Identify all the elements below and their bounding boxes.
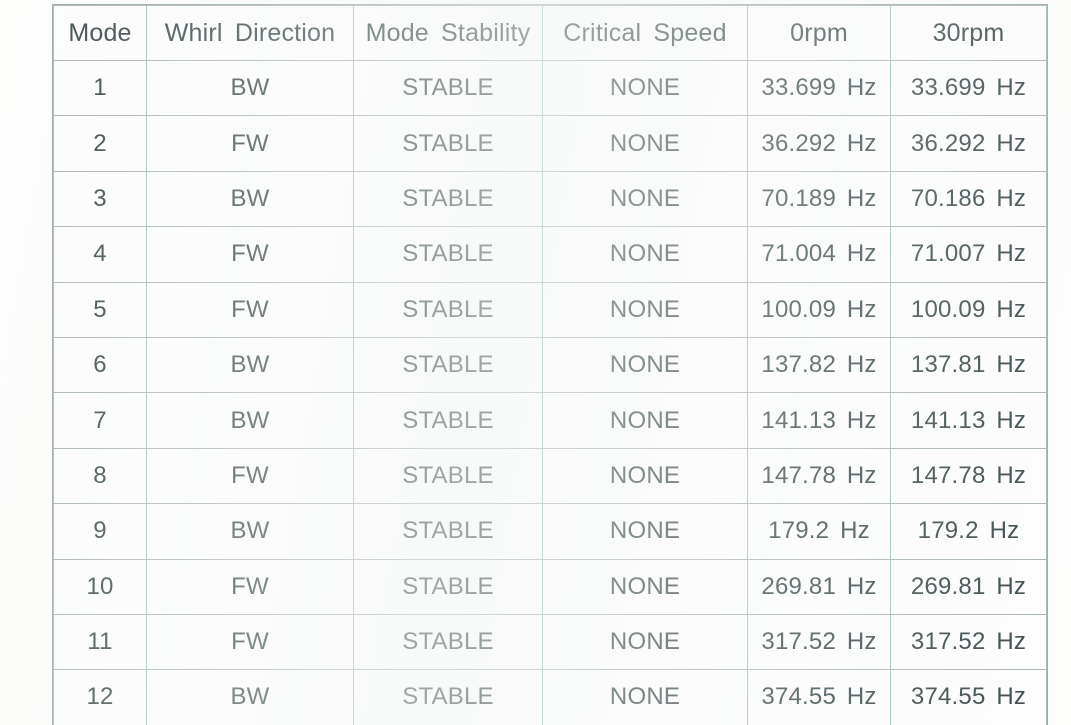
cell-frequency-0rpm: 137.82 Hz xyxy=(747,336,891,394)
table-row: 6 BW STABLE NONE 137.82 Hz 137.81 Hz xyxy=(53,336,1047,394)
cell-critical-speed: NONE xyxy=(542,669,748,725)
cell-whirl-direction: BW xyxy=(146,503,354,560)
cell-frequency-30rpm: 374.55 Hz xyxy=(890,669,1047,725)
cell-critical-speed: NONE xyxy=(542,115,748,172)
column-header-0rpm: 0rpm xyxy=(747,5,891,61)
table-row: 3 BW STABLE NONE 70.189 Hz 70.186 Hz xyxy=(53,170,1047,228)
column-header-30rpm: 30rpm xyxy=(890,5,1047,61)
column-header-mode-stability: Mode Stability xyxy=(353,5,543,61)
cell-critical-speed: NONE xyxy=(542,613,748,671)
cell-frequency-30rpm: 36.292 Hz xyxy=(890,115,1047,172)
table-row: 10 FW STABLE NONE 269.81 Hz 269.81 Hz xyxy=(53,558,1047,615)
cell-frequency-30rpm: 33.699 Hz xyxy=(890,59,1047,117)
table-row: 9 BW STABLE NONE 179.2 Hz 179.2 Hz xyxy=(53,503,1047,560)
cell-frequency-0rpm: 317.52 Hz xyxy=(747,613,891,671)
cell-frequency-0rpm: 33.699 Hz xyxy=(747,59,891,117)
cell-whirl-direction: FW xyxy=(146,447,354,505)
cell-frequency-0rpm: 147.78 Hz xyxy=(747,447,891,505)
cell-frequency-0rpm: 100.09 Hz xyxy=(747,281,891,338)
cell-critical-speed: NONE xyxy=(542,170,748,228)
column-header-whirl-direction: Whirl Direction xyxy=(146,5,354,61)
cell-mode-stability: STABLE xyxy=(353,447,543,505)
cell-mode-stability: STABLE xyxy=(353,503,543,560)
cell-frequency-0rpm: 70.189 Hz xyxy=(747,170,891,228)
table-header: Mode Whirl Direction Mode Stability Crit… xyxy=(53,5,1047,61)
table-row: 11 FW STABLE NONE 317.52 Hz 317.52 Hz xyxy=(53,613,1047,671)
table-row: 4 FW STABLE NONE 71.004 Hz 71.007 Hz xyxy=(53,226,1047,283)
cell-critical-speed: NONE xyxy=(542,59,748,117)
cell-frequency-30rpm: 269.81 Hz xyxy=(890,558,1047,615)
cell-whirl-direction: FW xyxy=(146,226,354,283)
cell-mode: 1 xyxy=(53,59,147,117)
cell-mode-stability: STABLE xyxy=(353,336,543,394)
column-header-critical-speed: Critical Speed xyxy=(542,5,748,61)
cell-mode-stability: STABLE xyxy=(353,226,543,283)
cell-frequency-0rpm: 141.13 Hz xyxy=(747,392,891,449)
cell-critical-speed: NONE xyxy=(542,226,748,283)
cell-mode-stability: STABLE xyxy=(353,669,543,725)
cell-whirl-direction: BW xyxy=(146,59,354,117)
cell-frequency-0rpm: 71.004 Hz xyxy=(747,226,891,283)
cell-critical-speed: NONE xyxy=(542,336,748,394)
cell-whirl-direction: FW xyxy=(146,558,354,615)
cell-mode-stability: STABLE xyxy=(353,115,543,172)
cell-whirl-direction: BW xyxy=(146,170,354,228)
column-header-mode: Mode xyxy=(53,5,147,61)
cell-mode-stability: STABLE xyxy=(353,59,543,117)
cell-frequency-0rpm: 36.292 Hz xyxy=(747,115,891,172)
table-row: 12 BW STABLE NONE 374.55 Hz 374.55 Hz xyxy=(53,669,1047,725)
cell-frequency-30rpm: 317.52 Hz xyxy=(890,613,1047,671)
cell-frequency-0rpm: 179.2 Hz xyxy=(747,503,891,560)
cell-mode: 6 xyxy=(53,336,147,394)
cell-critical-speed: NONE xyxy=(542,558,748,615)
table-header-row: Mode Whirl Direction Mode Stability Crit… xyxy=(53,5,1047,61)
cell-whirl-direction: FW xyxy=(146,613,354,671)
cell-frequency-0rpm: 269.81 Hz xyxy=(747,558,891,615)
cell-mode: 9 xyxy=(53,503,147,560)
cell-critical-speed: NONE xyxy=(542,447,748,505)
cell-mode-stability: STABLE xyxy=(353,558,543,615)
table-row: 8 FW STABLE NONE 147.78 Hz 147.78 Hz xyxy=(53,447,1047,505)
cell-mode: 2 xyxy=(53,115,147,172)
cell-mode: 3 xyxy=(53,170,147,228)
cell-mode-stability: STABLE xyxy=(353,613,543,671)
cell-mode: 8 xyxy=(53,447,147,505)
cell-whirl-direction: BW xyxy=(146,669,354,725)
table-row: 1 BW STABLE NONE 33.699 Hz 33.699 Hz xyxy=(53,59,1047,117)
cell-whirl-direction: BW xyxy=(146,392,354,449)
table-body: 1 BW STABLE NONE 33.699 Hz 33.699 Hz 2 F… xyxy=(53,59,1047,725)
cell-mode-stability: STABLE xyxy=(353,392,543,449)
cell-frequency-30rpm: 137.81 Hz xyxy=(890,336,1047,394)
table-row: 2 FW STABLE NONE 36.292 Hz 36.292 Hz xyxy=(53,115,1047,172)
cell-frequency-30rpm: 100.09 Hz xyxy=(890,281,1047,338)
cell-frequency-30rpm: 71.007 Hz xyxy=(890,226,1047,283)
mode-results-table: Mode Whirl Direction Mode Stability Crit… xyxy=(53,5,1047,725)
cell-whirl-direction: FW xyxy=(146,281,354,338)
cell-frequency-30rpm: 70.186 Hz xyxy=(890,170,1047,228)
cell-mode: 12 xyxy=(53,669,147,725)
cell-mode: 5 xyxy=(53,281,147,338)
cell-mode-stability: STABLE xyxy=(353,281,543,338)
cell-whirl-direction: BW xyxy=(146,336,354,394)
cell-critical-speed: NONE xyxy=(542,392,748,449)
document-page: Mode Whirl Direction Mode Stability Crit… xyxy=(0,0,1071,725)
cell-mode: 7 xyxy=(53,392,147,449)
cell-whirl-direction: FW xyxy=(146,115,354,172)
cell-frequency-30rpm: 179.2 Hz xyxy=(890,503,1047,560)
cell-frequency-30rpm: 141.13 Hz xyxy=(890,392,1047,449)
cell-frequency-30rpm: 147.78 Hz xyxy=(890,447,1047,505)
cell-frequency-0rpm: 374.55 Hz xyxy=(747,669,891,725)
cell-mode: 10 xyxy=(53,558,147,615)
cell-mode: 11 xyxy=(53,613,147,671)
cell-mode: 4 xyxy=(53,226,147,283)
cell-critical-speed: NONE xyxy=(542,281,748,338)
cell-mode-stability: STABLE xyxy=(353,170,543,228)
cell-critical-speed: NONE xyxy=(542,503,748,560)
table-row: 5 FW STABLE NONE 100.09 Hz 100.09 Hz xyxy=(53,281,1047,338)
table-row: 7 BW STABLE NONE 141.13 Hz 141.13 Hz xyxy=(53,392,1047,449)
